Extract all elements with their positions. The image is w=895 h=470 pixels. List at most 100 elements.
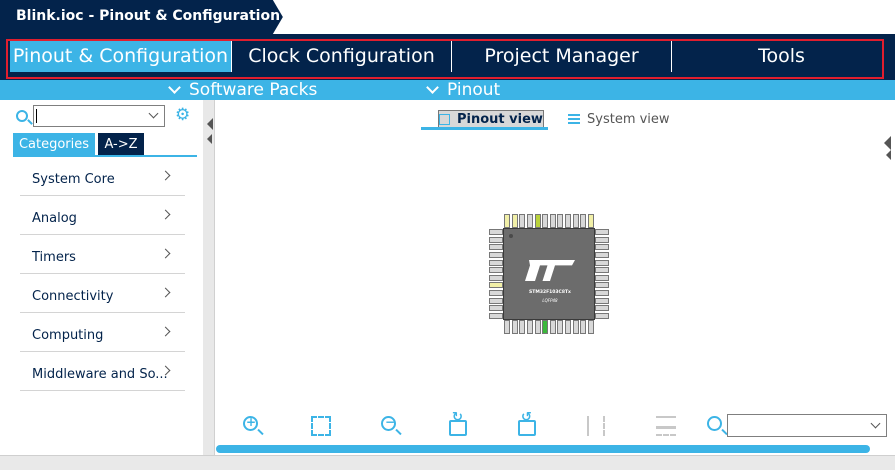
pin[interactable] <box>511 320 518 334</box>
search-icon[interactable] <box>707 416 722 431</box>
pin[interactable] <box>534 320 541 334</box>
category-timers[interactable]: Timers <box>20 235 185 274</box>
collapse-right-small-icon[interactable] <box>886 150 891 160</box>
chevron-right-icon <box>160 287 171 298</box>
pin[interactable] <box>526 214 533 228</box>
pin[interactable] <box>557 320 564 334</box>
pin[interactable] <box>595 274 609 281</box>
pin[interactable] <box>595 267 609 274</box>
pin[interactable] <box>595 290 609 296</box>
pin[interactable] <box>504 214 510 228</box>
pin[interactable] <box>489 259 503 266</box>
gear-icon[interactable]: ⚙ <box>175 107 192 124</box>
tab-categories[interactable]: Categories <box>13 133 95 155</box>
pin[interactable] <box>489 251 503 258</box>
horizontal-scrollbar[interactable] <box>216 445 870 453</box>
pin[interactable] <box>587 214 594 228</box>
pin[interactable] <box>557 214 564 228</box>
flip-horizontal-icon[interactable] <box>656 416 676 436</box>
collapse-left-icon[interactable] <box>207 118 213 130</box>
pin[interactable] <box>595 312 609 319</box>
collapse-left-small-icon[interactable] <box>207 134 212 144</box>
chevron-down-icon[interactable] <box>148 108 159 119</box>
pin[interactable] <box>595 297 609 304</box>
tab-a-to-z[interactable]: A->Z <box>98 133 144 155</box>
pin[interactable] <box>595 282 609 289</box>
rotate-left-icon[interactable] <box>518 410 536 436</box>
pin[interactable] <box>534 214 541 228</box>
pin[interactable] <box>595 259 609 266</box>
pin[interactable] <box>489 267 503 274</box>
chevron-down-icon <box>426 81 439 94</box>
pin[interactable] <box>587 320 594 334</box>
collapse-right-icon[interactable] <box>884 136 891 150</box>
zoom-in-icon[interactable] <box>243 415 258 431</box>
fit-to-window-icon[interactable] <box>311 416 331 436</box>
find-pin-combo[interactable] <box>727 414 887 437</box>
pin[interactable] <box>489 297 503 304</box>
pin[interactable] <box>489 290 503 296</box>
zoom-out-icon[interactable] <box>381 415 396 431</box>
pin[interactable] <box>572 320 579 334</box>
pin[interactable] <box>489 229 503 235</box>
pin[interactable] <box>549 320 556 334</box>
category-label: Analog <box>32 211 77 226</box>
search-combo[interactable] <box>33 105 165 127</box>
pin[interactable] <box>595 251 609 258</box>
pin[interactable] <box>489 236 503 243</box>
pin[interactable] <box>580 320 587 334</box>
pin[interactable] <box>549 214 556 228</box>
chevron-right-icon <box>160 248 171 259</box>
pin-configured[interactable] <box>542 320 549 334</box>
pin[interactable] <box>580 214 587 228</box>
pin[interactable] <box>595 229 609 235</box>
pin[interactable] <box>526 320 533 334</box>
pinout-toolbar <box>214 410 895 444</box>
main-tab-bar: Pinout & Configuration Clock Configurati… <box>0 34 895 80</box>
pinout-label: Pinout <box>447 80 501 100</box>
pin[interactable] <box>565 214 571 228</box>
category-middleware[interactable]: Middleware and So... <box>20 352 185 391</box>
pin[interactable] <box>542 214 549 228</box>
pin[interactable] <box>572 214 579 228</box>
pin[interactable] <box>519 214 526 228</box>
category-system-core[interactable]: System Core <box>20 157 185 196</box>
category-connectivity[interactable]: Connectivity <box>20 274 185 313</box>
chip-body: STM32F103C8Tx LQFP48 <box>503 228 595 320</box>
category-analog[interactable]: Analog <box>20 196 185 235</box>
pin[interactable] <box>595 236 609 243</box>
pin[interactable] <box>489 274 503 281</box>
pinout-menu[interactable]: Pinout <box>426 80 501 100</box>
mcu-chip[interactable]: STM32F103C8Tx LQFP48 <box>489 214 609 334</box>
title-bar: Blink.ioc - Pinout & Configuration <box>0 0 895 34</box>
pin[interactable] <box>595 244 609 251</box>
status-bar <box>0 455 895 470</box>
pin[interactable] <box>511 214 518 228</box>
flip-vertical-icon[interactable] <box>587 416 605 436</box>
pin[interactable] <box>504 320 510 334</box>
pinout-panel: Pinout view System view STM32F103C8Tx LQ… <box>214 100 895 455</box>
pin[interactable] <box>489 305 503 312</box>
tab-tools[interactable]: Tools <box>672 40 891 72</box>
tab-pinout-configuration[interactable]: Pinout & Configuration <box>10 40 231 72</box>
category-label: Computing <box>32 328 104 343</box>
pin[interactable] <box>489 282 503 289</box>
tab-project-manager[interactable]: Project Manager <box>452 40 671 72</box>
text-cursor <box>36 109 37 123</box>
pin[interactable] <box>489 312 503 319</box>
pin[interactable] <box>565 320 571 334</box>
rotate-right-icon[interactable] <box>449 410 467 436</box>
pin[interactable] <box>519 320 526 334</box>
tab-system-view[interactable]: System view <box>568 110 670 128</box>
stm32cubeide-window: Blink.ioc - Pinout & Configuration Pinou… <box>0 0 895 470</box>
category-computing[interactable]: Computing <box>20 313 185 352</box>
chip-icon <box>439 113 450 125</box>
chevron-down-icon[interactable] <box>870 418 881 429</box>
panel-splitter[interactable] <box>203 100 214 455</box>
tab-pinout-view[interactable]: Pinout view <box>438 110 544 128</box>
software-packs-menu[interactable]: Software Packs <box>168 80 317 100</box>
tab-clock-configuration[interactable]: Clock Configuration <box>232 40 451 72</box>
pin[interactable] <box>595 305 609 312</box>
pin[interactable] <box>489 244 503 251</box>
category-label: System Core <box>32 172 115 187</box>
